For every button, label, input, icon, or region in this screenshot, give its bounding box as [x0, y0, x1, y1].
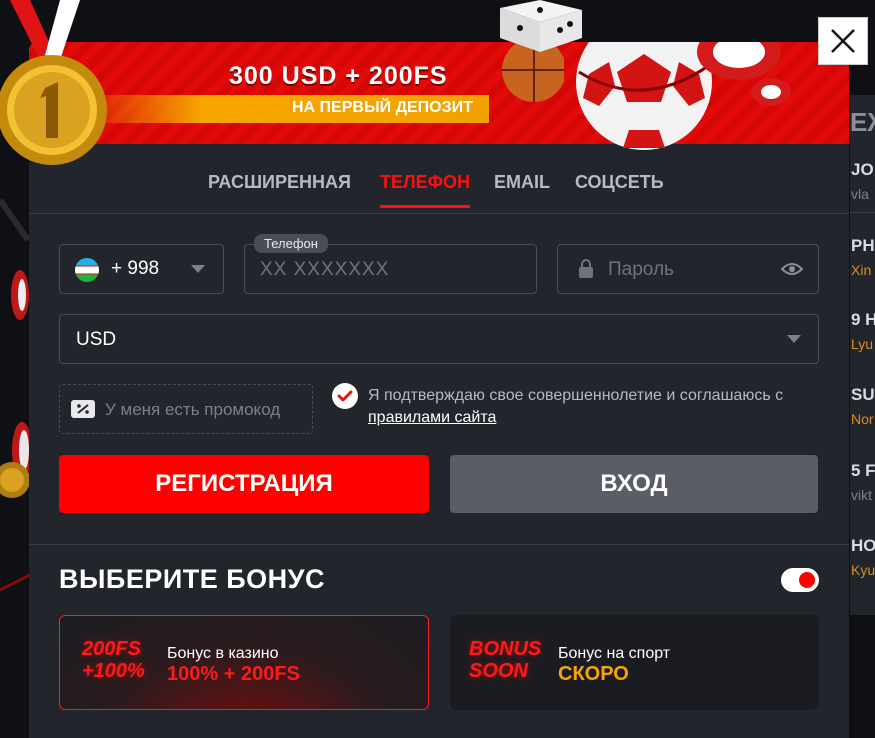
tab-phone[interactable]: ТЕЛЕФОН: [380, 172, 470, 208]
eye-icon[interactable]: [781, 261, 803, 277]
background-item: JO vla: [851, 160, 874, 202]
background-item: 5 F vikt: [851, 461, 875, 503]
currency-value: USD: [76, 329, 117, 350]
register-button[interactable]: РЕГИСТРАЦИЯ: [59, 455, 429, 513]
background-item: PH Xin: [851, 236, 875, 278]
sport-bonus-value: СКОРО: [558, 663, 629, 685]
section-divider: [29, 544, 849, 545]
background-item: 9 H Lyu: [851, 310, 875, 352]
casino-bonus-value: 100% + 200FS: [167, 663, 300, 685]
casino-chip-icon: [697, 42, 791, 106]
dice-icon: [500, 0, 582, 52]
casino-bonus-card[interactable]: 200FS +100% Бонус в казино 100% + 200FS: [59, 615, 429, 710]
tab-email[interactable]: EMAIL: [494, 172, 550, 205]
age-confirm-text: Я подтверждаю свое совершеннолетие и сог…: [368, 387, 784, 426]
bonus-toggle[interactable]: [781, 568, 819, 592]
registration-modal: 300 USD + 200FS НА ПЕРВЫЙ ДЕПОЗИТ РАСШИР…: [29, 42, 849, 738]
page: ЕЖ JO vla PH Xin 9 H Lyu SU Nor 5 F vikt…: [0, 0, 875, 738]
tab-social[interactable]: СОЦСЕТЬ: [575, 172, 664, 205]
banner-subtitle: НА ПЕРВЫЙ ДЕПОЗИТ: [292, 99, 473, 116]
country-code-select[interactable]: + 998: [59, 244, 224, 294]
close-icon: [831, 29, 855, 53]
background-decoration: [0, 198, 30, 592]
promo-banner: 300 USD + 200FS НА ПЕРВЫЙ ДЕПОЗИТ: [29, 42, 849, 150]
age-confirm-checkbox[interactable]: [332, 383, 358, 409]
phone-placeholder: XX XXXXXXX: [260, 259, 390, 280]
tab-extended[interactable]: РАСШИРЕННАЯ: [208, 172, 351, 205]
sport-bonus-logo: BONUS SOON: [469, 638, 542, 682]
country-code-value: + 998: [111, 258, 160, 279]
banner-title: 300 USD + 200FS: [229, 62, 448, 90]
toggle-knob: [799, 572, 815, 588]
phone-label: Телефон: [254, 234, 328, 253]
background-heading: ЕЖ: [850, 107, 875, 137]
bonus-section-title: ВЫБЕРИТЕ БОНУС: [59, 564, 325, 594]
background-item: SU Nor: [851, 385, 875, 427]
casino-bonus-logo: 200FS +100%: [82, 638, 145, 682]
gold-medal-icon: [0, 0, 107, 165]
uzbekistan-flag-icon: [75, 258, 99, 282]
password-field[interactable]: Пароль: [557, 244, 819, 294]
lock-icon: [579, 259, 593, 278]
password-placeholder: Пароль: [608, 259, 674, 280]
close-button[interactable]: [818, 17, 868, 65]
coupon-icon: [71, 400, 95, 418]
chevron-down-icon: [787, 335, 801, 343]
auth-tabs: РАСШИРЕННАЯ ТЕЛЕФОН EMAIL СОЦСЕТЬ: [29, 172, 849, 214]
background-divider: [850, 212, 875, 213]
promo-code-label: У меня есть промокод: [105, 400, 281, 419]
tabs-divider: [29, 213, 849, 214]
promo-code-toggle[interactable]: У меня есть промокод: [59, 384, 313, 434]
background-item: HO Kyu: [851, 536, 875, 578]
checkmark-icon: [337, 390, 353, 402]
chevron-down-icon: [191, 265, 205, 273]
sport-bonus-label: Бонус на спорт: [558, 645, 671, 662]
login-button[interactable]: ВХОД: [450, 455, 818, 513]
site-rules-link[interactable]: правилами сайта: [368, 409, 496, 426]
currency-select[interactable]: USD: [59, 314, 819, 364]
sport-bonus-card[interactable]: BONUS SOON Бонус на спорт СКОРО: [450, 615, 819, 710]
casino-bonus-label: Бонус в казино: [167, 645, 279, 662]
